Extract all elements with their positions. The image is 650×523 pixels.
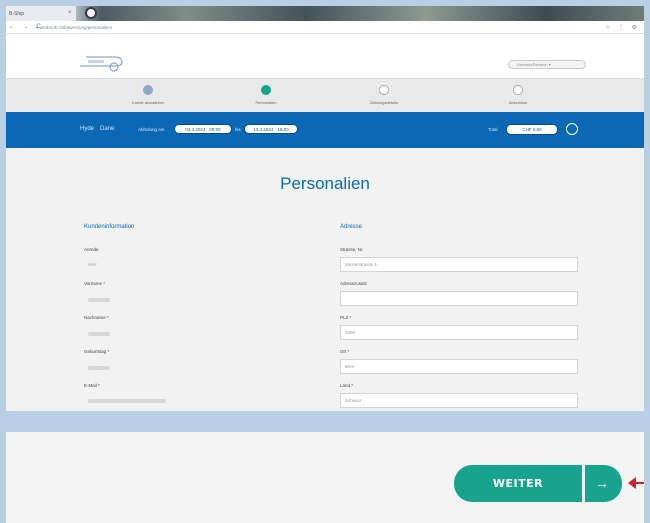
step-active-icon [261,85,271,95]
tab-close-icon[interactable]: × [68,10,72,16]
salutation-value[interactable]: Herr [88,262,97,267]
new-tab-icon[interactable] [85,7,97,19]
pickup-date[interactable]: 03.4.2024 · 09:00 [174,124,232,134]
total-label: Total [488,127,498,132]
city-label: Ort * [340,349,350,354]
language-selector[interactable]: Deutsch/Deutsch ▾ [508,60,586,69]
country-label: Land * [340,383,354,388]
next-step-panel: WEITER → [6,432,644,523]
step-label: Personalien [255,100,277,105]
step-zahlung[interactable]: Zahlungsdetails [339,85,429,105]
browser-tab[interactable]: B-Ship × [6,6,76,21]
total-price: CHF 0.00 [506,124,558,135]
salutation-label: Anrede [84,247,99,252]
browser-toolbar-icons[interactable]: ☆ ⋮ ⚙ [605,24,640,31]
email-value[interactable] [88,399,166,403]
cart-icon[interactable] [566,123,578,135]
tab-strip: B-Ship × [6,6,644,21]
annotation-arrow-icon [628,477,644,489]
step-label: Zahlungsdetails [369,100,399,105]
country-select[interactable]: Schweiz [340,393,578,408]
address-extra-input[interactable] [340,291,578,306]
address-bar: ← → C ● jarsbook.ch/bewerbung/personalie… [6,21,644,34]
zip-label: PLZ * [340,315,352,320]
street-label: Strasse, Nr. [340,247,364,252]
step-label: Kunde auswählen [132,100,164,105]
step-pending-icon [379,85,389,95]
weiter-button[interactable]: WEITER → [454,465,622,502]
personal-details-form: Personalien Kundeninformation Adresse An… [6,148,644,411]
step-kunde[interactable]: Kunde auswählen [103,85,193,105]
step-label: Abschluss [508,100,528,105]
booking-summary-bar: Hyde Dane Abholung am 03.4.2024 · 09:00 … [6,112,644,148]
weiter-label: WEITER [492,477,544,490]
tab-title: B-Ship [9,11,25,17]
firstname-value[interactable] [88,298,110,302]
lastname-label: Nachname * [84,315,109,320]
boat-type: Dane [100,126,115,132]
return-label: bis [235,127,241,132]
birthday-label: Geburtstag * [84,349,110,354]
address-extra-label: Adresszusatz [340,281,368,286]
company-logo[interactable] [78,54,124,72]
step-pending-icon [513,85,523,95]
url-field[interactable]: ● jarsbook.ch/bewerbung/personalien/ [36,25,112,30]
pickup-label: Abholung am [138,127,165,132]
return-date[interactable]: 13.4.2024 · 18:00 [244,124,298,134]
email-label: E-Mail * [84,383,100,388]
boat-name: Hyde [80,126,95,132]
birthday-value[interactable] [88,366,110,370]
address-heading: Adresse [340,224,363,230]
street-input[interactable]: Musterstrasse 1 [340,257,578,272]
arrow-right-icon: → [595,475,609,491]
city-input[interactable]: Bern [340,359,578,374]
zip-input[interactable]: 1000 [340,325,578,340]
firstname-label: Vorname * [84,281,106,286]
step-done-icon [143,85,153,95]
customer-info-heading: Kundeninformation [84,224,135,230]
button-divider [582,465,585,502]
step-abschluss[interactable]: Abschluss [473,85,563,105]
step-personalien[interactable]: Personalien [221,85,311,105]
browser-window: B-Ship × ← → C ● jarsbook.ch/bewerbung/p… [6,6,644,411]
site-header: Deutsch/Deutsch ▾ [6,34,644,78]
lastname-value[interactable] [88,332,110,336]
page-title: Personalien [280,174,370,193]
progress-stepper: Kunde auswählen Personalien Zahlungsdeta… [6,78,644,112]
